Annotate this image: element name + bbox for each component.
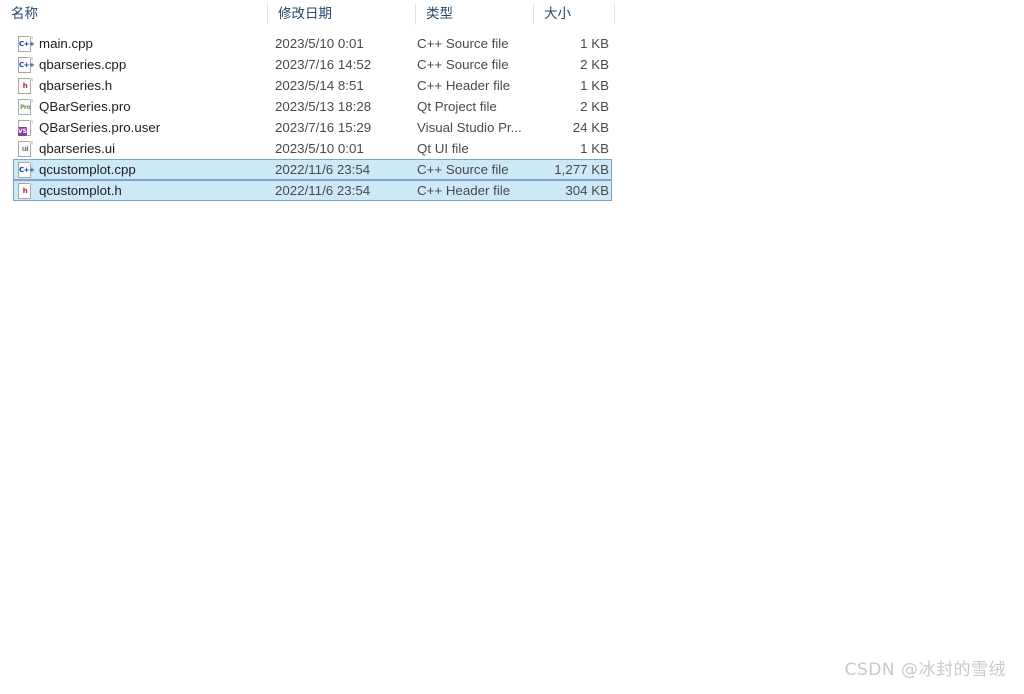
column-header-type[interactable]: 类型 xyxy=(415,0,533,28)
column-divider[interactable] xyxy=(533,3,534,25)
file-size-cell: 1 KB xyxy=(580,78,609,93)
file-name-cell: QBarSeries.pro xyxy=(39,99,131,114)
file-name-cell: qbarseries.cpp xyxy=(39,57,127,72)
file-type-cell: C++ Header file xyxy=(417,78,511,93)
file-date-cell: 2022/11/6 23:54 xyxy=(275,183,371,198)
column-header-date[interactable]: 修改日期 xyxy=(267,0,415,28)
column-divider[interactable] xyxy=(614,3,615,25)
table-row[interactable]: VS QBarSeries.pro.user 2023/7/16 15:29 Visu… xyxy=(13,117,612,138)
visual-studio-badge-icon: VS xyxy=(18,127,27,136)
file-icon-label: h xyxy=(22,187,28,195)
file-size-cell: 24 KB xyxy=(572,120,609,135)
cpp-source-file-icon: C++ xyxy=(18,36,35,52)
table-row[interactable]: Pro QBarSeries.pro 2023/5/13 18:28 Qt Proje… xyxy=(13,96,612,117)
watermark-text: CSDN @冰封的雪绒 xyxy=(844,660,1006,680)
file-size-cell: 1 KB xyxy=(580,141,609,156)
file-size-cell: 1 KB xyxy=(580,36,609,51)
file-icon-label: C++ xyxy=(19,166,35,174)
file-type-cell: C++ Source file xyxy=(417,57,509,72)
file-date-cell: 2023/7/16 15:29 xyxy=(275,120,372,135)
column-header-row[interactable]: 名称 修改日期 类型 大小 xyxy=(0,0,615,28)
file-size-cell: 2 KB xyxy=(580,99,609,114)
file-date-cell: 2022/11/6 23:54 xyxy=(275,162,371,177)
file-type-cell: C++ Header file xyxy=(417,183,511,198)
table-row[interactable]: C++ qbarseries.cpp 2023/7/16 14:52 C++ Sour… xyxy=(13,54,612,75)
visual-studio-project-user-file-icon: VS xyxy=(18,120,33,136)
file-name-cell: main.cpp xyxy=(39,36,93,51)
file-icon-label: ui xyxy=(21,145,29,153)
file-name-cell: qbarseries.ui xyxy=(39,141,116,156)
file-type-cell: C++ Source file xyxy=(417,36,509,51)
column-header-size[interactable]: 大小 xyxy=(533,0,614,28)
table-row[interactable]: C++ qcustomplot.cpp 2022/11/6 23:54 C++ Sou… xyxy=(13,159,612,180)
file-icon-label: C++ xyxy=(19,40,35,48)
file-icon-label: Pro xyxy=(20,104,30,111)
table-row[interactable]: ui qbarseries.ui 2023/5/10 0:01 Qt UI file 1… xyxy=(13,138,612,159)
file-date-cell: 2023/5/10 0:01 xyxy=(275,141,364,156)
file-list-view[interactable]: ▲ 名称 修改日期 类型 大小 C++main.cpp2023/5/10 0:0… xyxy=(0,0,615,201)
qt-project-file-icon: Pro xyxy=(18,99,33,115)
cpp-header-file-icon: h xyxy=(18,78,33,94)
file-date-cell: 2023/5/10 0:01 xyxy=(275,36,364,51)
column-divider[interactable] xyxy=(267,3,268,25)
file-name-cell: qcustomplot.cpp xyxy=(39,162,136,177)
file-type-cell: Qt UI file xyxy=(417,141,469,156)
file-date-cell: 2023/5/13 18:28 xyxy=(275,99,372,114)
file-name-cell: QBarSeries.pro.user xyxy=(39,120,161,135)
file-size-cell: 1,277 KB xyxy=(554,162,609,177)
file-size-cell: 2 KB xyxy=(580,57,609,72)
file-icon-label: C++ xyxy=(19,61,35,69)
file-name-cell: qbarseries.h xyxy=(39,78,113,93)
qt-ui-file-icon: ui xyxy=(18,141,33,157)
file-type-cell: Qt Project file xyxy=(417,99,497,114)
table-row[interactable]: h qcustomplot.h 2022/11/6 23:54 C++ Header … xyxy=(13,180,612,201)
column-divider[interactable] xyxy=(415,3,416,25)
file-type-cell: C++ Source file xyxy=(417,162,509,177)
file-name-cell: qcustomplot.h xyxy=(39,183,122,198)
cpp-source-file-icon: C++ xyxy=(18,162,35,178)
file-date-cell: 2023/5/14 8:51 xyxy=(275,78,364,93)
file-size-cell: 304 KB xyxy=(565,183,609,198)
cpp-source-file-icon: C++ xyxy=(18,57,35,73)
table-row[interactable]: C++ main.cpp 2023/5/10 0:01 C++ Source file… xyxy=(13,33,612,54)
column-header-name[interactable]: 名称 xyxy=(0,0,267,28)
cpp-header-file-icon: h xyxy=(18,183,33,199)
file-rows: C++ main.cpp 2023/5/10 0:01 C++ Source file… xyxy=(0,28,615,201)
table-row[interactable]: h qbarseries.h 2023/5/14 8:51 C++ Header fi… xyxy=(13,75,612,96)
file-date-cell: 2023/7/16 14:52 xyxy=(275,57,372,72)
file-icon-label: h xyxy=(22,82,28,90)
file-type-cell: Visual Studio Pr... xyxy=(417,120,522,135)
